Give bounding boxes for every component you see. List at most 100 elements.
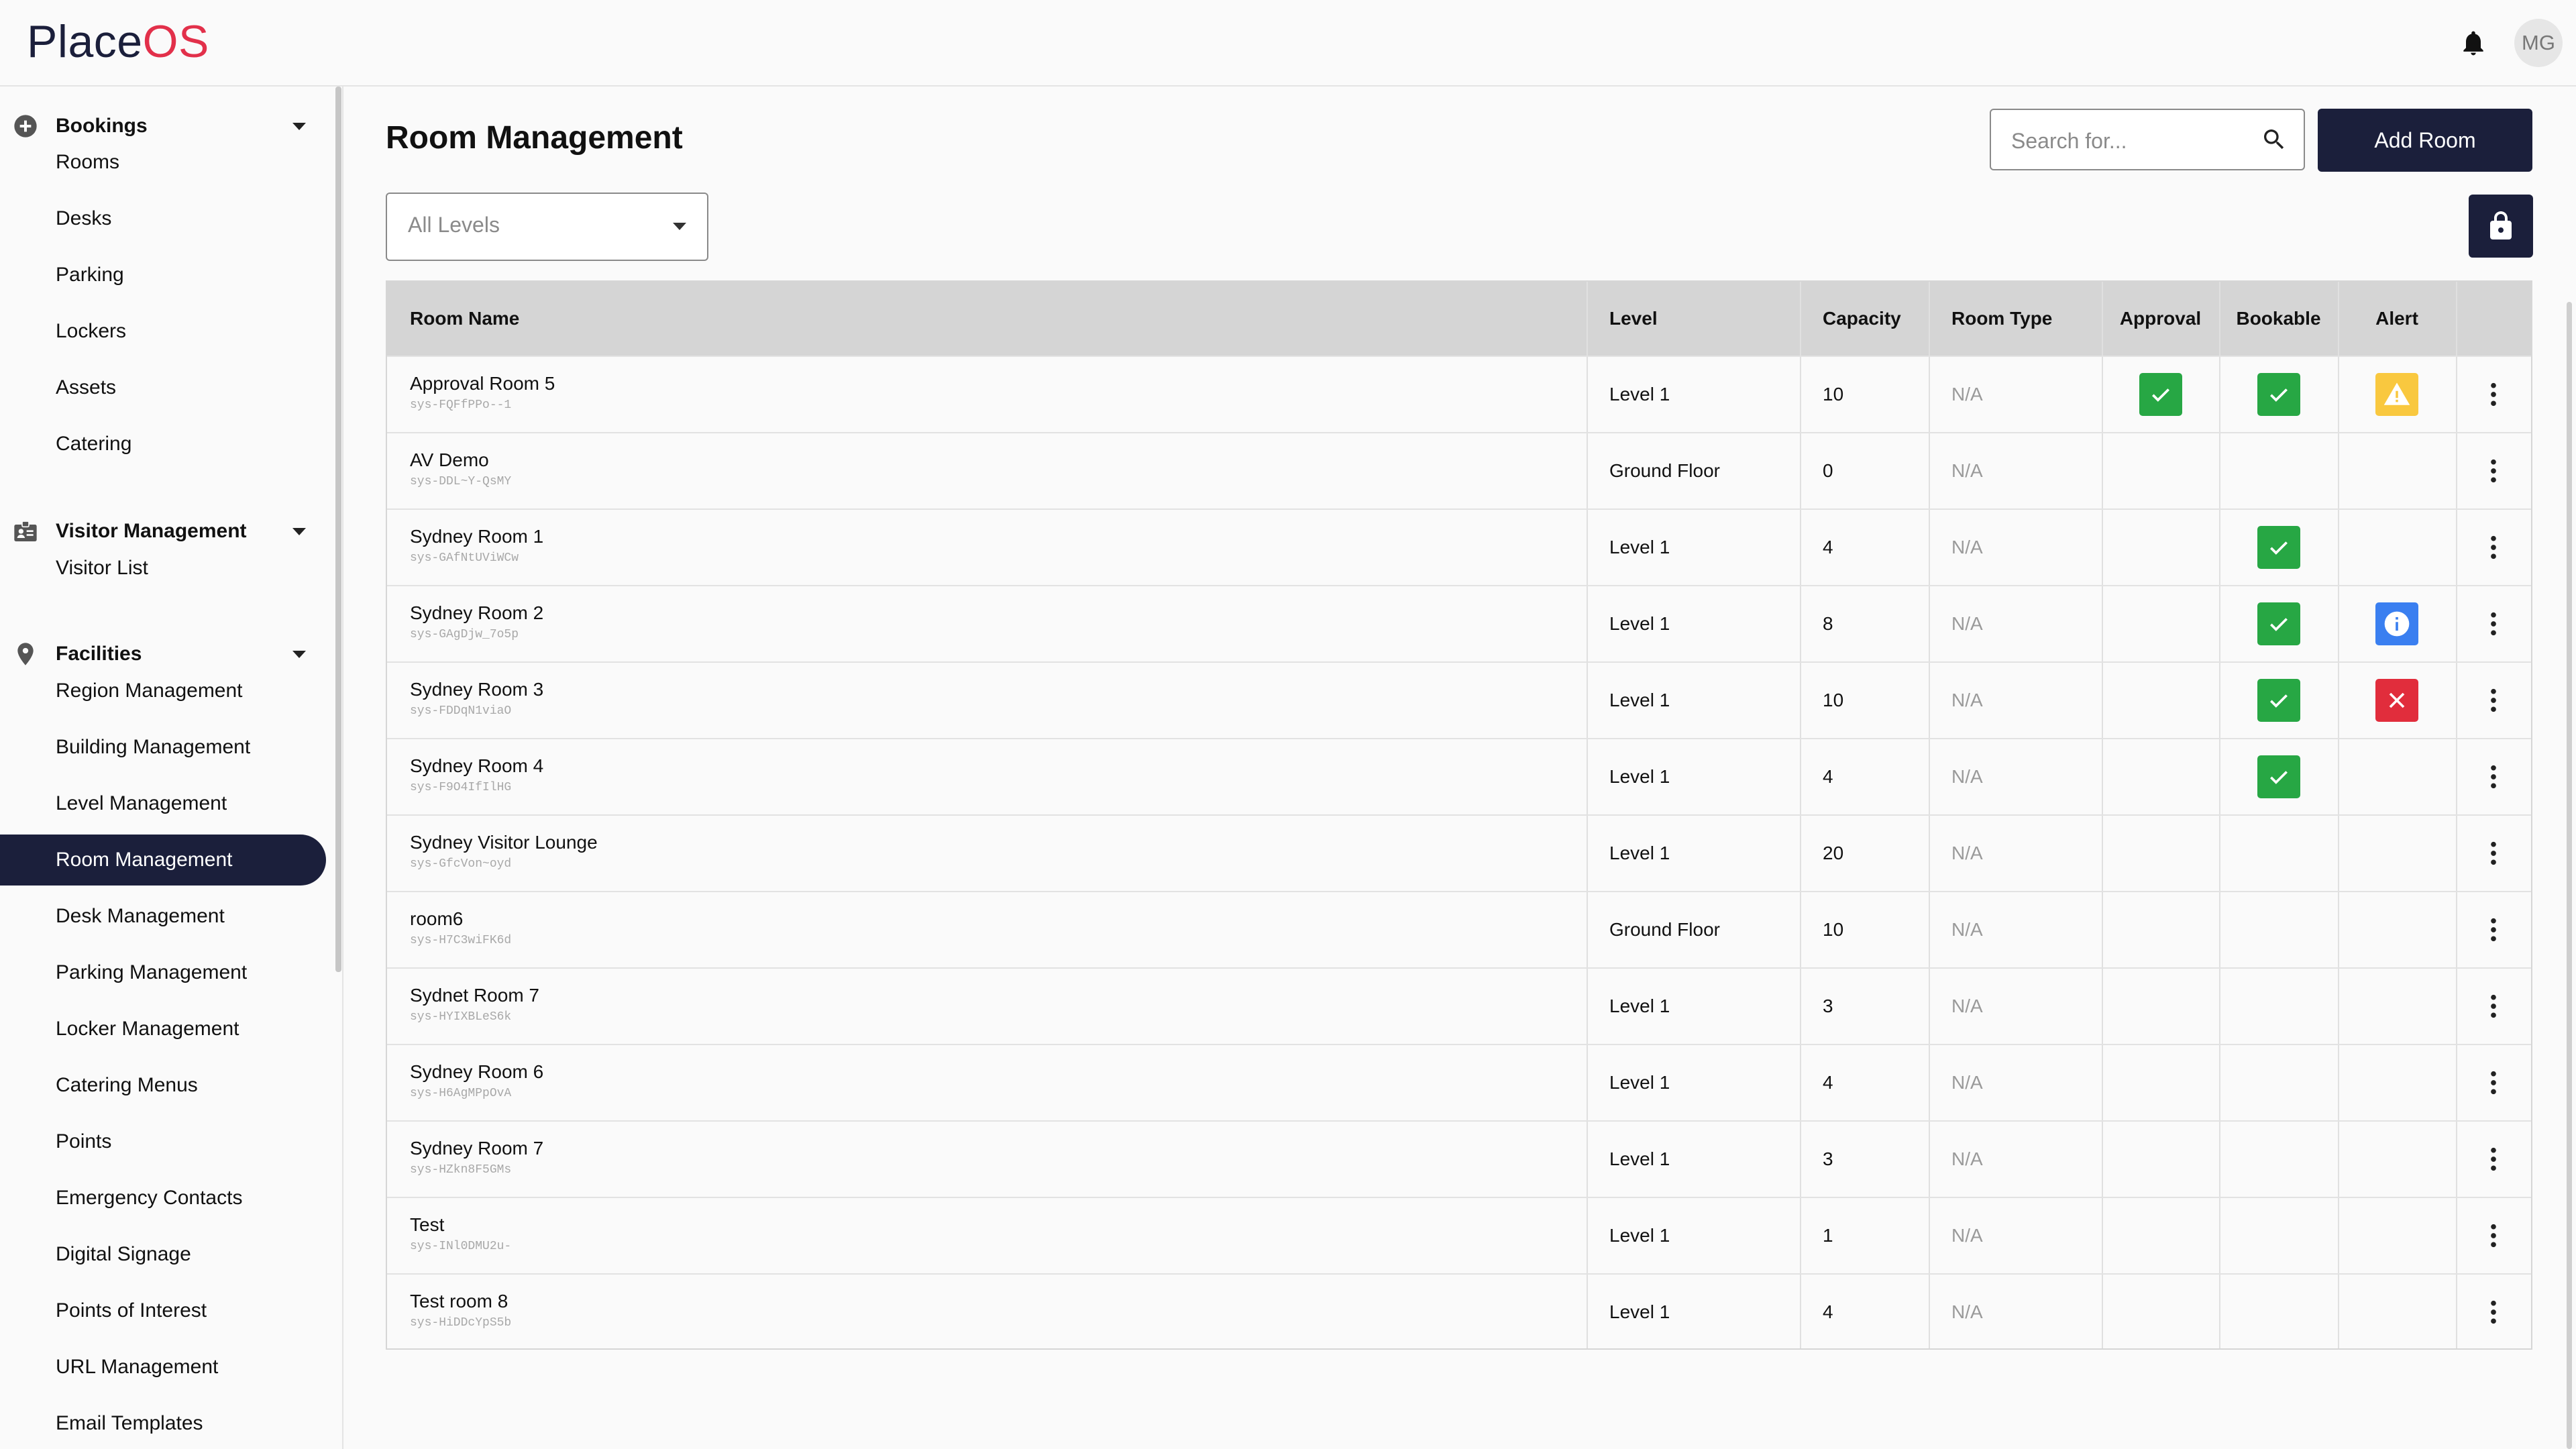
table-row[interactable]: Sydney Room 6 sys-H6AgMPpOvA Level 1 4 N/A (387, 1044, 2531, 1120)
table-row[interactable]: Sydnet Room 7 sys-HYIXBLeS6k Level 1 3 N/A (387, 967, 2531, 1044)
more-vert-icon[interactable] (2490, 840, 2497, 867)
table-row[interactable]: Sydney Room 1 sys-GAfNtUViWCw Level 1 4 N/A (387, 508, 2531, 585)
level-cell: Level 1 (1609, 384, 1670, 405)
user-avatar[interactable]: MG (2514, 19, 2563, 67)
sidebar-item-region-management[interactable]: Region Management (0, 665, 326, 716)
sidebar-item-level-management[interactable]: Level Management (0, 778, 326, 829)
table-row[interactable]: Sydney Room 3 sys-FDDqN1viaO Level 1 10 N/A (387, 661, 2531, 738)
sidebar-item-building-management[interactable]: Building Management (0, 722, 326, 773)
room-type-cell: N/A (1951, 690, 1983, 710)
sidebar-nav: Bookings Rooms Desks Parking Lockers Assets Ca… (0, 87, 343, 1449)
sidebar-item-parking[interactable]: Parking (0, 250, 326, 301)
sidebar-item-label: Rooms (56, 151, 120, 173)
level-cell: Level 1 (1609, 766, 1670, 787)
sidebar-item-catering-menus[interactable]: Catering Menus (0, 1060, 326, 1111)
more-vert-icon[interactable] (2490, 1069, 2497, 1096)
main-scrollbar[interactable] (2567, 302, 2572, 1449)
more-vert-icon[interactable] (2490, 993, 2497, 1020)
room-system-id: sys-FQFfPPo--1 (410, 398, 512, 412)
room-system-id: sys-HYIXBLeS6k (410, 1010, 512, 1024)
sidebar-section-label: Visitor Management (56, 520, 247, 542)
sidebar-item-points-of-interest[interactable]: Points of Interest (0, 1285, 326, 1336)
search-input[interactable] (2010, 123, 2254, 158)
add-room-button[interactable]: Add Room (2318, 109, 2532, 172)
more-vert-icon[interactable] (2490, 763, 2497, 790)
room-type-cell: N/A (1951, 460, 1983, 481)
level-cell: Level 1 (1609, 1072, 1670, 1093)
chevron-down-icon[interactable] (292, 527, 306, 535)
more-vert-icon[interactable] (2490, 381, 2497, 408)
sidebar-scrollbar[interactable] (335, 87, 341, 972)
table-row[interactable]: Test room 8 sys-HiDDcYpS5b Level 1 4 N/A (387, 1273, 2531, 1350)
column-header-alert[interactable]: Alert (2338, 282, 2456, 356)
sidebar-item-assets[interactable]: Assets (0, 362, 326, 413)
bell-icon[interactable] (2459, 27, 2488, 59)
sidebar-item-catering[interactable]: Catering (0, 419, 326, 470)
sidebar-item-visitor-list[interactable]: Visitor List (0, 543, 326, 594)
table-header: Room Name Level Capacity Room Type Approval B… (387, 282, 2531, 356)
room-name-cell: Sydney Room 6 sys-H6AgMPpOvA (387, 1045, 1587, 1120)
more-vert-icon[interactable] (2490, 610, 2497, 637)
sidebar-item-desks[interactable]: Desks (0, 193, 326, 244)
table-row[interactable]: room6 sys-H7C3wiFK6d Ground Floor 10 N/A (387, 891, 2531, 967)
room-type-cell: N/A (1951, 613, 1983, 634)
room-system-id: sys-GAgDjw_7o5p (410, 628, 519, 641)
column-header-approval[interactable]: Approval (2102, 282, 2219, 356)
more-vert-icon[interactable] (2490, 1146, 2497, 1173)
room-type-cell: N/A (1951, 843, 1983, 863)
sidebar-item-emergency-contacts[interactable]: Emergency Contacts (0, 1173, 326, 1224)
table-row[interactable]: Test sys-INl0DMU2u- Level 1 1 N/A (387, 1197, 2531, 1273)
level-cell: Level 1 (1609, 537, 1670, 557)
level-filter-dropdown[interactable]: All Levels (386, 193, 708, 261)
table-row[interactable]: Sydney Room 4 sys-F9O4IfIlHG Level 1 4 N/A (387, 738, 2531, 814)
search-field[interactable] (1990, 109, 2305, 170)
placeos-logo[interactable]: PlaceOS (27, 15, 209, 68)
column-header-name[interactable]: Room Name (387, 282, 1587, 356)
table-row[interactable]: Approval Room 5 sys-FQFfPPo--1 Level 1 10 N/… (387, 356, 2531, 432)
room-type-cell: N/A (1951, 996, 1983, 1016)
sidebar-item-email-templates[interactable]: Email Templates (0, 1398, 326, 1449)
room-name: Sydney Room 2 (410, 602, 544, 623)
sidebar-item-label: Room Management (56, 849, 233, 871)
sidebar-item-digital-signage[interactable]: Digital Signage (0, 1229, 326, 1280)
level-cell: Level 1 (1609, 1225, 1670, 1246)
sidebar-item-parking-management[interactable]: Parking Management (0, 947, 326, 998)
bookable-check-icon (2257, 679, 2300, 722)
more-vert-icon[interactable] (2490, 534, 2497, 561)
more-vert-icon[interactable] (2490, 1299, 2497, 1326)
room-name-cell: Sydney Room 1 sys-GAfNtUViWCw (387, 510, 1587, 585)
chevron-down-icon[interactable] (292, 650, 306, 658)
table-row[interactable]: Sydney Room 2 sys-GAgDjw_7o5p Level 1 8 N/A (387, 585, 2531, 661)
more-vert-icon[interactable] (2490, 916, 2497, 943)
room-type-cell: N/A (1951, 537, 1983, 557)
column-header-level[interactable]: Level (1587, 282, 1800, 356)
column-header-bookable[interactable]: Bookable (2219, 282, 2338, 356)
column-header-room-type[interactable]: Room Type (1929, 282, 2102, 356)
lock-button[interactable] (2469, 195, 2533, 258)
sidebar-section-label: Bookings (56, 115, 148, 137)
sidebar-item-rooms[interactable]: Rooms (0, 137, 326, 188)
sidebar-item-lockers[interactable]: Lockers (0, 306, 326, 357)
page-title: Room Management (386, 120, 683, 156)
room-name: Sydney Room 1 (410, 526, 544, 547)
table-row[interactable]: Sydney Visitor Lounge sys-GfcVon~oyd Level… (387, 814, 2531, 891)
room-name-cell: Sydney Room 2 sys-GAgDjw_7o5p (387, 586, 1587, 661)
sidebar-item-room-management[interactable]: Room Management (0, 835, 326, 885)
sidebar-item-label: Points (56, 1130, 112, 1152)
chevron-down-icon[interactable] (292, 122, 306, 130)
table-row[interactable]: AV Demo sys-DDL~Y-QsMY Ground Floor 0 N/A (387, 432, 2531, 508)
more-vert-icon[interactable] (2490, 1222, 2497, 1249)
sidebar-item-desk-management[interactable]: Desk Management (0, 891, 326, 942)
room-name: Sydney Room 7 (410, 1138, 544, 1159)
bookable-check-icon (2257, 373, 2300, 416)
search-icon[interactable] (2261, 126, 2288, 153)
column-header-capacity[interactable]: Capacity (1800, 282, 1929, 356)
sidebar-item-locker-management[interactable]: Locker Management (0, 1004, 326, 1055)
sidebar-item-points[interactable]: Points (0, 1116, 326, 1167)
room-name-cell: room6 sys-H7C3wiFK6d (387, 892, 1587, 967)
more-vert-icon[interactable] (2490, 687, 2497, 714)
table-row[interactable]: Sydney Room 7 sys-HZkn8F5GMs Level 1 3 N/A (387, 1120, 2531, 1197)
more-vert-icon[interactable] (2490, 458, 2497, 484)
sidebar-item-url-management[interactable]: URL Management (0, 1342, 326, 1393)
room-type-cell: N/A (1951, 1225, 1983, 1246)
